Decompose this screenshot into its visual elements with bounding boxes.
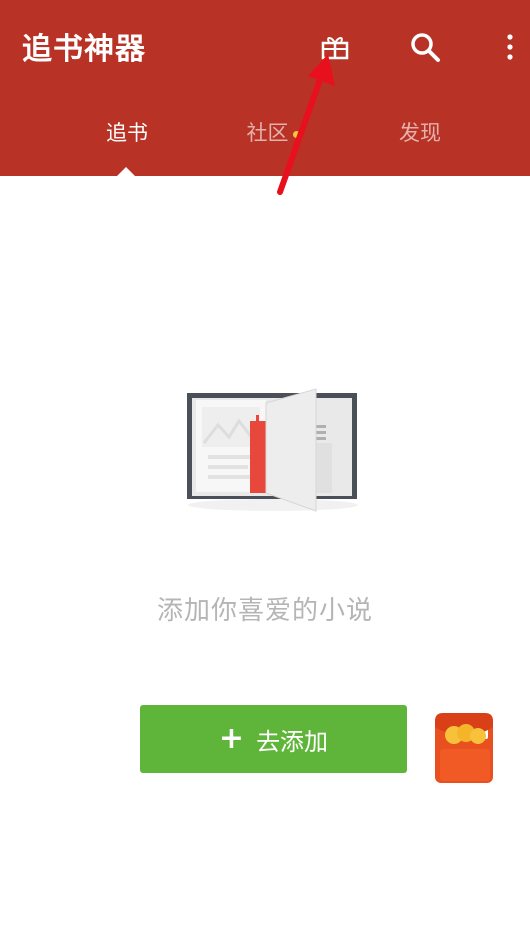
tab-bar: 追书 社区 发现	[0, 110, 530, 160]
tab-label: 发现	[399, 121, 441, 145]
search-icon	[411, 33, 440, 62]
search-button[interactable]	[408, 30, 442, 64]
more-menu-button[interactable]	[500, 30, 520, 64]
plus-icon: +	[218, 721, 245, 756]
red-packet-button[interactable]	[432, 705, 498, 787]
empty-illustration	[184, 385, 362, 515]
open-book-icon	[187, 388, 358, 512]
active-tab-indicator	[117, 167, 135, 176]
tab-zhuishu[interactable]: 追书	[67, 110, 187, 156]
empty-state-message: 添加你喜爱的小说	[156, 596, 373, 626]
tab-discover[interactable]: 发现	[360, 110, 480, 156]
add-book-button[interactable]: + 去添加	[140, 705, 407, 773]
more-vertical-icon	[507, 34, 513, 60]
app-bar: 追书神器 追书 社区 发现	[0, 0, 530, 176]
tab-label: 追书	[106, 121, 148, 145]
red-packet-icon	[435, 711, 493, 783]
add-button-label: 去添加	[256, 727, 329, 756]
app-title: 追书神器	[22, 32, 146, 67]
annotation-arrow	[277, 54, 335, 195]
